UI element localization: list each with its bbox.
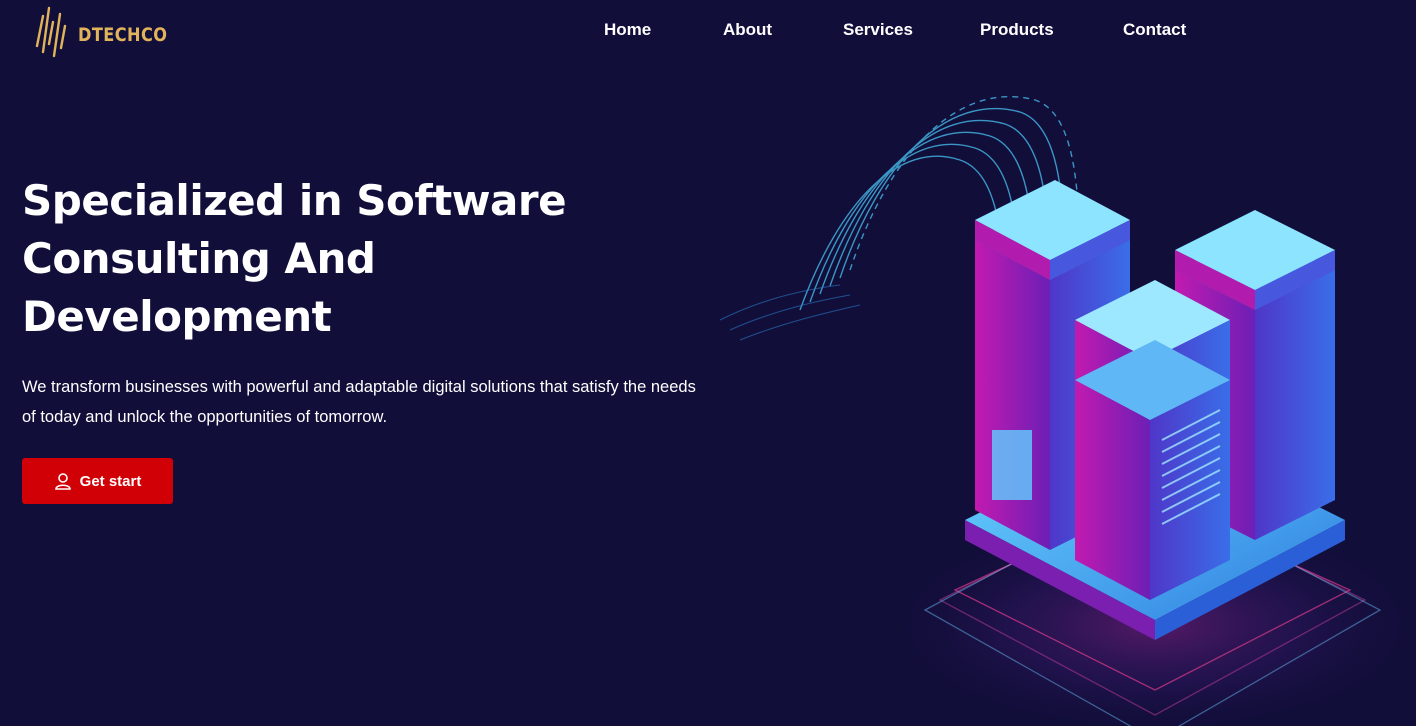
- hero-title-line-3: Development: [22, 292, 332, 341]
- hero-title-line-2: Consulting And: [22, 234, 376, 283]
- get-start-label: Get start: [79, 472, 142, 490]
- hero-subtitle: We transform businesses with powerful an…: [22, 378, 696, 426]
- hero-title-line-1: Specialized in Software: [22, 176, 567, 225]
- isometric-server-stack-icon: [719, 95, 1416, 726]
- user-icon: [54, 473, 71, 490]
- nav-contact[interactable]: Contact: [1123, 20, 1186, 40]
- nav-products[interactable]: Products: [980, 20, 1054, 40]
- nav-about[interactable]: About: [723, 20, 772, 40]
- nav-services[interactable]: Services: [843, 20, 913, 40]
- main-nav: Home About Services Products Contact: [0, 20, 1416, 44]
- get-start-button[interactable]: Get start: [22, 458, 173, 504]
- nav-home[interactable]: Home: [604, 20, 651, 40]
- hero-title: Specialized in Software Consulting And D…: [22, 172, 622, 346]
